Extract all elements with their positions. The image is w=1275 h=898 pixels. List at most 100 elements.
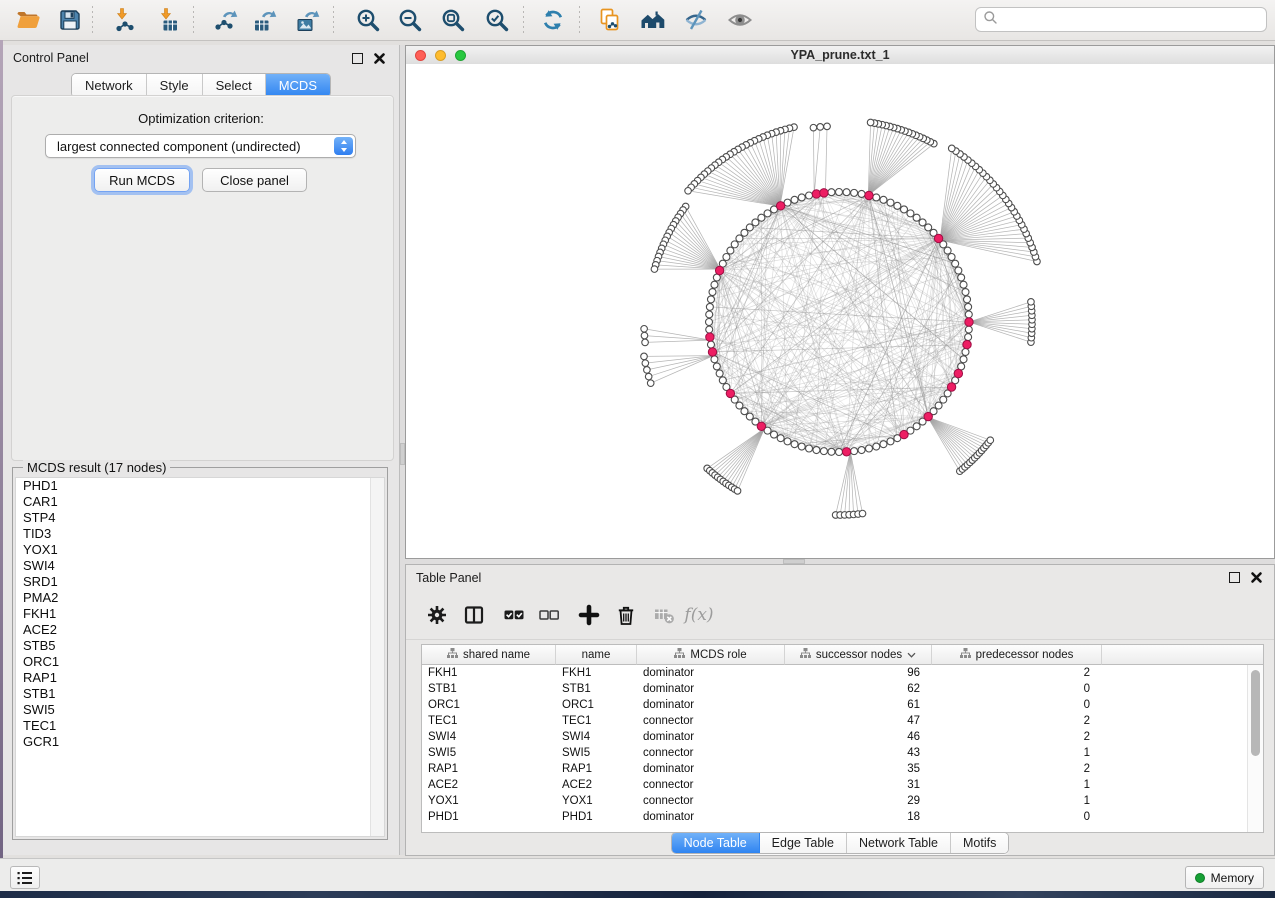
mcds-result-item[interactable]: STB5 xyxy=(16,638,384,654)
mcds-result-item[interactable]: TEC1 xyxy=(16,718,384,734)
run-mcds-button[interactable]: Run MCDS xyxy=(94,168,190,192)
table-row[interactable]: SWI5SWI5connector431 xyxy=(422,745,1248,761)
hide-panels-icon[interactable] xyxy=(680,4,712,36)
table-cell[interactable]: FKH1 xyxy=(556,665,637,681)
float-panel-icon[interactable] xyxy=(352,53,363,64)
table-row[interactable]: SWI4SWI4dominator462 xyxy=(422,729,1248,745)
table-row[interactable]: RAP1RAP1dominator352 xyxy=(422,761,1248,777)
table-cell[interactable]: TEC1 xyxy=(556,713,637,729)
table-cell[interactable]: TEC1 xyxy=(422,713,556,729)
tab-motifs[interactable]: Motifs xyxy=(951,833,1008,853)
tab-style[interactable]: Style xyxy=(147,74,203,97)
table-cell[interactable]: 61 xyxy=(785,697,932,713)
column-header-successor-nodes[interactable]: successor nodes xyxy=(785,645,932,665)
mcds-result-item[interactable]: SRD1 xyxy=(16,574,384,590)
table-cell[interactable]: SWI5 xyxy=(556,745,637,761)
scrollbar-thumb[interactable] xyxy=(1251,670,1260,756)
table-cell[interactable]: STB1 xyxy=(422,681,556,697)
delete-column-icon[interactable] xyxy=(613,602,639,628)
table-cell[interactable]: 46 xyxy=(785,729,932,745)
mcds-result-item[interactable]: CAR1 xyxy=(16,494,384,510)
table-cell[interactable]: ORC1 xyxy=(556,697,637,713)
mcds-result-item[interactable]: RAP1 xyxy=(16,670,384,686)
network-window-titlebar[interactable]: YPA_prune.txt_1 xyxy=(406,46,1274,65)
mcds-result-item[interactable]: STB1 xyxy=(16,686,384,702)
table-cell[interactable]: STB1 xyxy=(556,681,637,697)
tab-network[interactable]: Network xyxy=(72,74,147,97)
table-cell[interactable]: RAP1 xyxy=(422,761,556,777)
mcds-result-item[interactable]: SWI5 xyxy=(16,702,384,718)
add-column-icon[interactable] xyxy=(576,602,602,628)
table-row[interactable]: STB1STB1dominator620 xyxy=(422,681,1248,697)
select-all-icon[interactable] xyxy=(501,602,527,628)
table-cell[interactable]: 62 xyxy=(785,681,932,697)
mcds-result-item[interactable]: ACE2 xyxy=(16,622,384,638)
save-session-icon[interactable] xyxy=(54,4,86,36)
table-cell[interactable]: 0 xyxy=(932,681,1102,697)
table-cell[interactable]: dominator xyxy=(637,761,785,777)
table-cell[interactable]: dominator xyxy=(637,809,785,825)
search-field[interactable] xyxy=(975,7,1267,32)
select-stepper-icon[interactable] xyxy=(334,137,353,155)
table-scrollbar[interactable] xyxy=(1247,665,1263,832)
table-cell[interactable]: connector xyxy=(637,793,785,809)
import-table-icon[interactable] xyxy=(153,4,185,36)
zoom-fit-icon[interactable] xyxy=(437,4,469,36)
table-cell[interactable]: 2 xyxy=(932,761,1102,777)
table-cell[interactable]: 1 xyxy=(932,793,1102,809)
table-cell[interactable]: FKH1 xyxy=(422,665,556,681)
mcds-result-item[interactable]: GCR1 xyxy=(16,734,384,750)
table-cell[interactable]: 2 xyxy=(932,665,1102,681)
column-header-shared-name[interactable]: shared name xyxy=(422,645,556,665)
close-panel-button[interactable]: Close panel xyxy=(202,168,307,192)
refresh-view-icon[interactable] xyxy=(537,4,569,36)
table-cell[interactable]: YOX1 xyxy=(556,793,637,809)
column-header-name[interactable]: name xyxy=(556,645,637,665)
table-cell[interactable]: dominator xyxy=(637,681,785,697)
tab-select[interactable]: Select xyxy=(203,74,266,97)
deselect-all-icon[interactable] xyxy=(536,602,562,628)
table-settings-icon[interactable] xyxy=(424,602,450,628)
zoom-in-icon[interactable] xyxy=(352,4,384,36)
mcds-result-item[interactable]: YOX1 xyxy=(16,542,384,558)
export-network-icon[interactable] xyxy=(210,4,242,36)
memory-button[interactable]: Memory xyxy=(1185,866,1264,889)
table-cell[interactable]: YOX1 xyxy=(422,793,556,809)
mcds-result-item[interactable]: PHD1 xyxy=(16,478,384,494)
search-input[interactable] xyxy=(998,12,1266,28)
table-row[interactable]: PHD1PHD1dominator180 xyxy=(422,809,1248,825)
close-panel-icon[interactable] xyxy=(1250,571,1263,584)
table-cell[interactable]: dominator xyxy=(637,665,785,681)
mcds-result-item[interactable]: ORC1 xyxy=(16,654,384,670)
import-network-icon[interactable] xyxy=(109,4,141,36)
table-cell[interactable]: 29 xyxy=(785,793,932,809)
table-cell[interactable]: 18 xyxy=(785,809,932,825)
table-cell[interactable]: 96 xyxy=(785,665,932,681)
clone-network-icon[interactable] xyxy=(594,4,626,36)
table-cell[interactable]: dominator xyxy=(637,729,785,745)
table-cell[interactable]: PHD1 xyxy=(422,809,556,825)
split-panel-icon[interactable] xyxy=(461,602,487,628)
table-cell[interactable]: connector xyxy=(637,777,785,793)
table-row[interactable]: ORC1ORC1dominator610 xyxy=(422,697,1248,713)
task-history-button[interactable] xyxy=(10,866,40,889)
column-header-predecessor-nodes[interactable]: predecessor nodes xyxy=(932,645,1102,665)
mcds-result-item[interactable]: TID3 xyxy=(16,526,384,542)
table-cell[interactable]: dominator xyxy=(637,697,785,713)
table-row[interactable]: TEC1TEC1connector472 xyxy=(422,713,1248,729)
tab-edge-table[interactable]: Edge Table xyxy=(760,833,847,853)
table-cell[interactable]: 43 xyxy=(785,745,932,761)
open-file-icon[interactable] xyxy=(12,4,44,36)
table-cell[interactable]: 1 xyxy=(932,777,1102,793)
mcds-result-item[interactable]: STP4 xyxy=(16,510,384,526)
table-cell[interactable]: ORC1 xyxy=(422,697,556,713)
table-row[interactable]: YOX1YOX1connector291 xyxy=(422,793,1248,809)
mcds-result-item[interactable]: PMA2 xyxy=(16,590,384,606)
table-cell[interactable]: 0 xyxy=(932,697,1102,713)
tab-network-table[interactable]: Network Table xyxy=(847,833,951,853)
mcds-result-item[interactable]: SWI4 xyxy=(16,558,384,574)
mcds-result-item[interactable]: FKH1 xyxy=(16,606,384,622)
tab-node-table[interactable]: Node Table xyxy=(672,833,760,853)
show-graphics-details-icon[interactable] xyxy=(724,4,756,36)
close-panel-icon[interactable] xyxy=(373,52,386,65)
